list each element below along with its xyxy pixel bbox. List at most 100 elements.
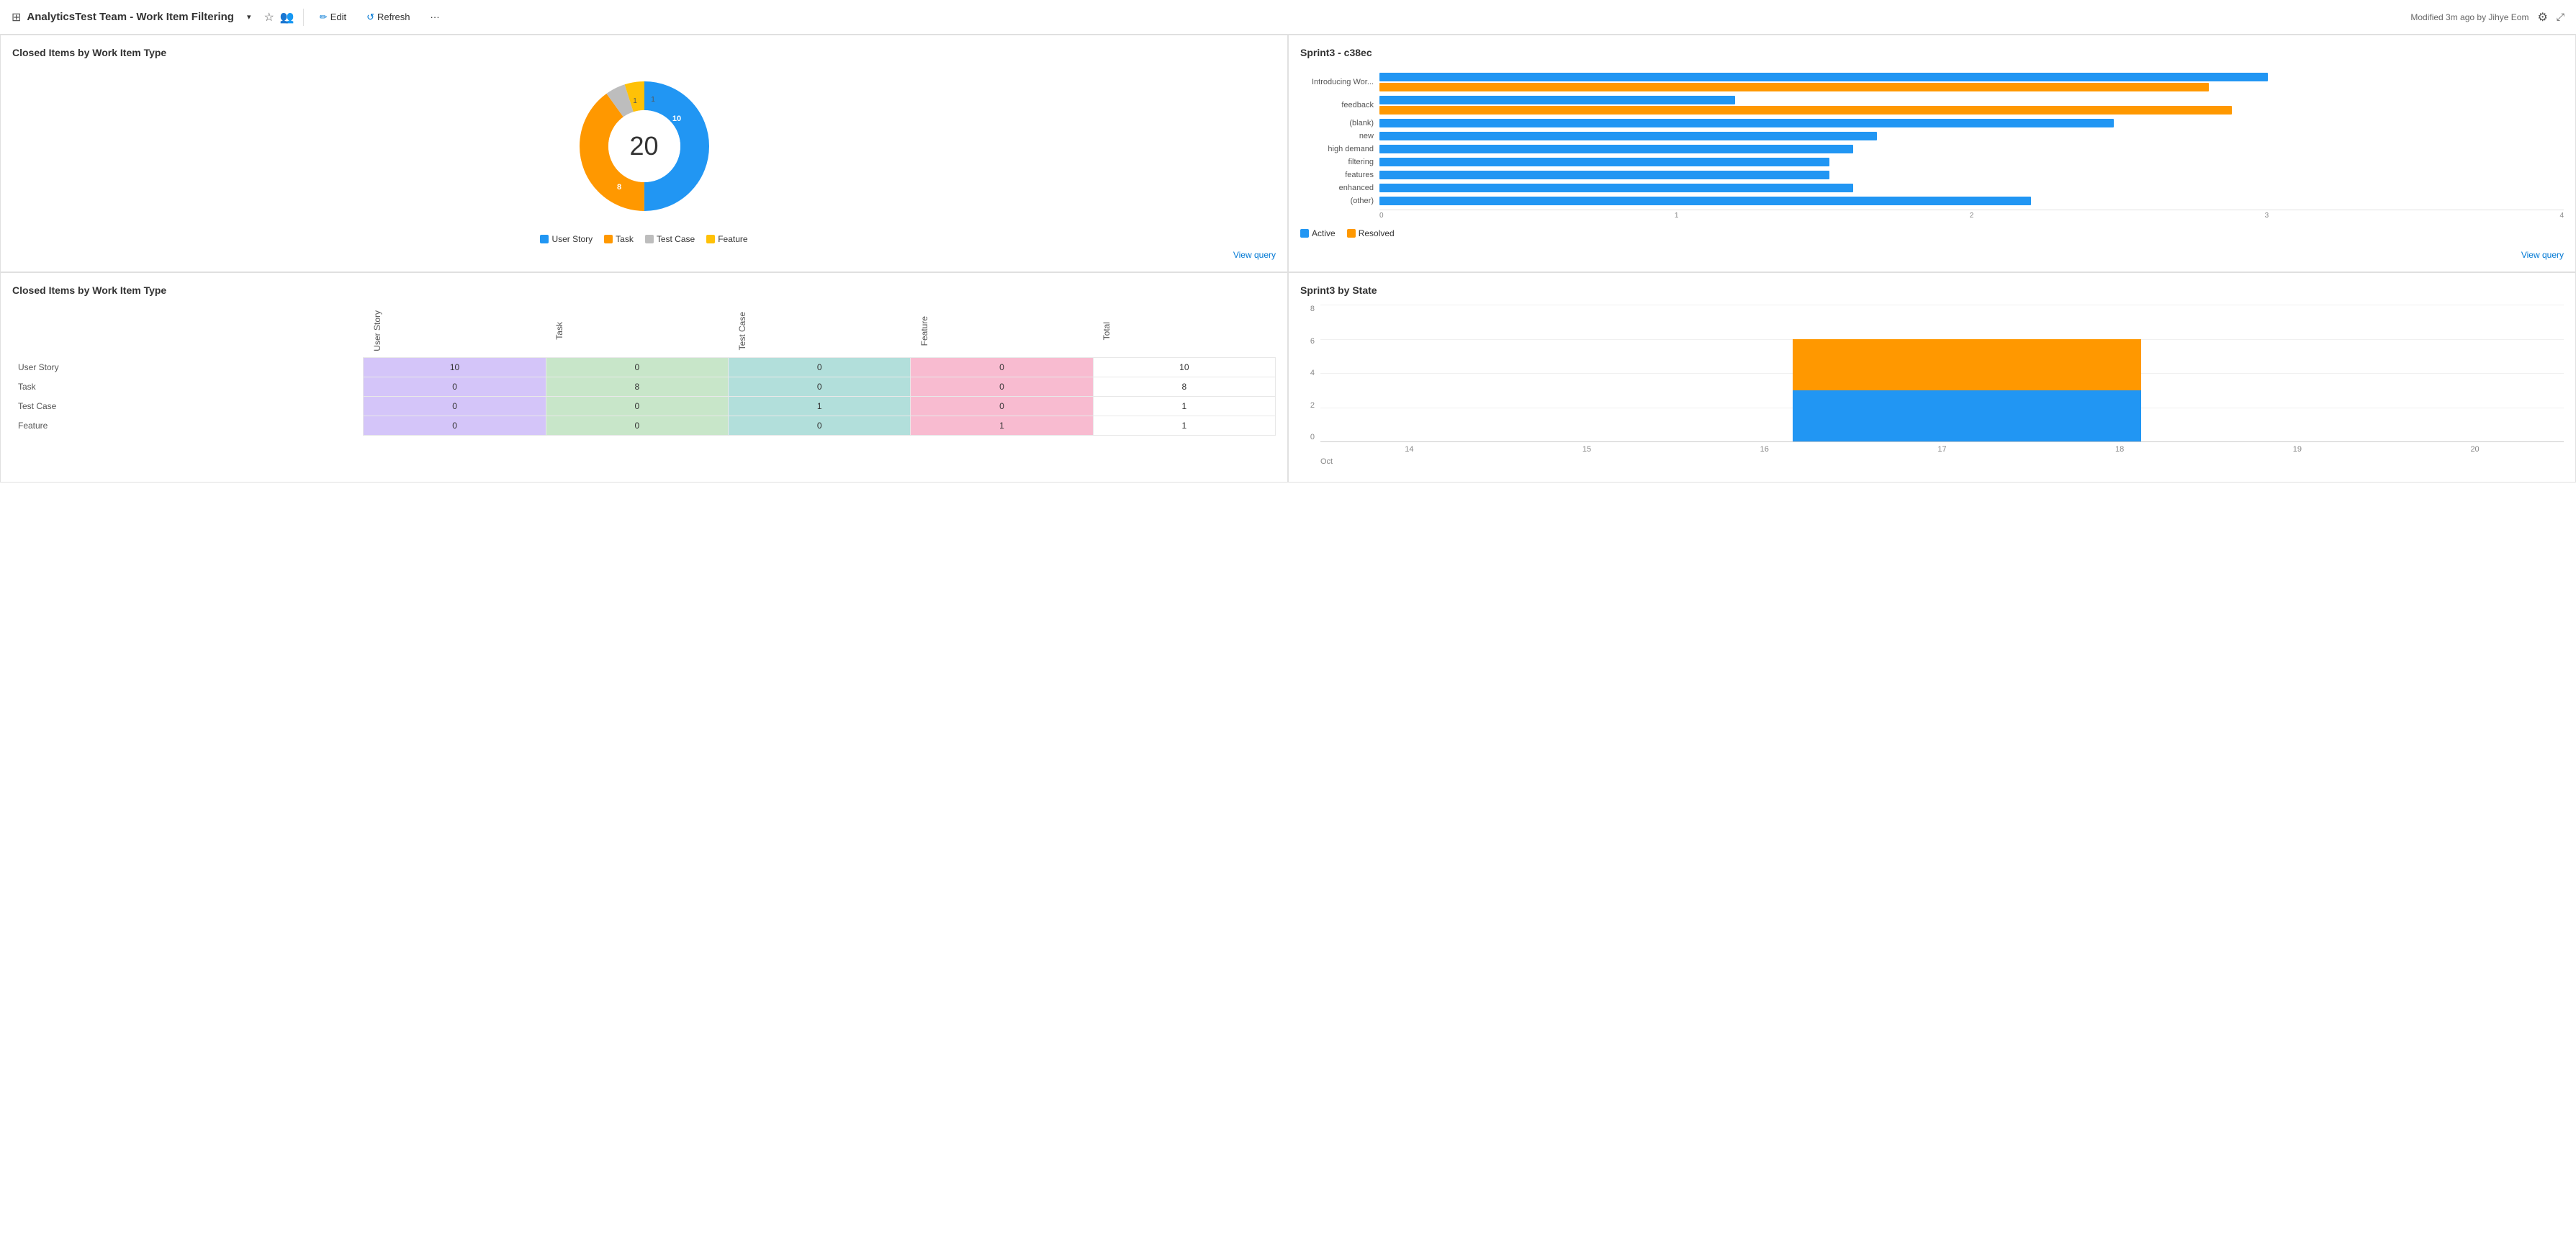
table-row-task: Task 0 8 0 0 8 (12, 377, 1276, 396)
grid-line-0 (1320, 441, 2564, 442)
bar-row-1: feedback (1300, 96, 2564, 115)
bar-row-5: filtering (1300, 158, 2564, 166)
dashboard-grid: Closed Items by Work Item Type (0, 35, 2576, 483)
cell-task-us: 0 (364, 377, 546, 396)
x-19: 19 (2293, 445, 2302, 454)
th-feature: Feature (911, 305, 1093, 357)
bar-chart-area: Introducing Wor... feedback (blank) (1300, 67, 2564, 244)
bar-active-5 (1379, 158, 1829, 166)
bar-chart-legend: Active Resolved (1300, 228, 2564, 238)
refresh-button[interactable]: ↺ Refresh (359, 9, 417, 26)
svg-text:1: 1 (651, 96, 655, 104)
stacked-bar (1793, 339, 2141, 442)
th-empty (12, 305, 364, 357)
bar-resolved-1 (1379, 106, 2232, 115)
widget-closed-items-donut: Closed Items by Work Item Type (0, 35, 1288, 272)
bar-group-2 (1379, 119, 2564, 127)
svg-text:1: 1 (633, 97, 637, 105)
bar-active-4 (1379, 145, 1853, 153)
x-16: 16 (1760, 445, 1769, 454)
edit-button[interactable]: ✏ Edit (312, 9, 353, 26)
cell-tc-feat: 0 (911, 396, 1093, 416)
x-17: 17 (1937, 445, 1946, 454)
y-axis: 8 6 4 2 0 (1300, 305, 1315, 441)
cell-task-feat: 0 (911, 377, 1093, 396)
bar-label-0: Introducing Wor... (1300, 78, 1379, 86)
svg-text:8: 8 (616, 183, 621, 192)
cell-feat-tc: 0 (729, 416, 911, 435)
cell-tc-total: 1 (1093, 396, 1275, 416)
cell-tc-us: 0 (364, 396, 546, 416)
x-15: 15 (1582, 445, 1591, 454)
bar-view-query[interactable]: View query (1300, 250, 2564, 260)
bar-group-0 (1379, 73, 2564, 91)
legend-user-story: User Story (540, 234, 593, 244)
bar-active-0 (1379, 73, 2268, 81)
bar-label-3: new (1300, 132, 1379, 140)
legend-dot-user-story (540, 235, 549, 243)
legend-label-test-case: Test Case (657, 234, 695, 244)
bar-label-2: (blank) (1300, 119, 1379, 127)
stacked-resolved (1793, 339, 2141, 390)
cell-us-total: 10 (1093, 357, 1275, 377)
bar-row-6: features (1300, 171, 2564, 179)
title-chevron-button[interactable]: ▾ (240, 9, 258, 24)
bar-active-8 (1379, 197, 2031, 205)
bar-label-7: enhanced (1300, 184, 1379, 192)
legend-label-task: Task (616, 234, 634, 244)
cell-task-task: 8 (546, 377, 728, 396)
cell-tc-task: 0 (546, 396, 728, 416)
bar-label-6: features (1300, 171, 1379, 179)
more-button[interactable]: ··· (423, 9, 447, 25)
th-task: Task (546, 305, 728, 357)
th-test-case: Test Case (729, 305, 911, 357)
bar-active-3 (1379, 132, 1877, 140)
edit-icon: ✏ (320, 12, 328, 23)
modified-text: Modified 3m ago by Jihye Eom (2410, 12, 2528, 22)
top-header: ⊞ AnalyticsTest Team - Work Item Filteri… (0, 0, 2576, 35)
donut-total: 20 (629, 131, 658, 161)
bar-group-4 (1379, 145, 2564, 153)
bar-active-7 (1379, 184, 1853, 192)
expand-icon[interactable]: ⤢ (2557, 11, 2564, 23)
legend-dot-resolved (1347, 229, 1356, 238)
cell-tc-tc: 1 (729, 396, 911, 416)
state-chart-plot (1320, 305, 2564, 441)
th-user-story: User Story (364, 305, 546, 357)
cell-task-tc: 0 (729, 377, 911, 396)
bar-group-1 (1379, 96, 2564, 115)
table-row-test-case: Test Case 0 0 1 0 1 (12, 396, 1276, 416)
donut-view-query[interactable]: View query (12, 250, 1276, 260)
legend-dot-test-case (645, 235, 654, 243)
cell-us-task: 0 (546, 357, 728, 377)
settings-icon[interactable]: ⚙ (2537, 10, 2547, 24)
widget-sprint3-bar: Sprint3 - c38ec Introducing Wor... feedb… (1288, 35, 2576, 272)
cell-us-tc: 0 (729, 357, 911, 377)
x-axis-labels: 14 15 16 17 18 19 20 (1320, 445, 2564, 454)
y-0: 0 (1300, 433, 1315, 441)
stacked-active (1793, 390, 2141, 441)
y-6: 6 (1300, 337, 1315, 346)
grid-icon: ⊞ (12, 10, 21, 24)
bar-row-2: (blank) (1300, 119, 2564, 127)
state-chart-container: 8 6 4 2 0 (1300, 305, 2564, 470)
legend-active: Active (1300, 228, 1336, 238)
bar-row-4: high demand (1300, 145, 2564, 153)
legend-label-user-story: User Story (551, 234, 593, 244)
bar-row-0: Introducing Wor... (1300, 73, 2564, 91)
header-divider (303, 9, 304, 26)
bar-row-8: (other) (1300, 197, 2564, 205)
bar-label-5: filtering (1300, 158, 1379, 166)
people-icon[interactable]: 👥 (280, 10, 294, 24)
star-icon[interactable]: ☆ (264, 10, 274, 24)
pivot-table-title: Closed Items by Work Item Type (12, 284, 1276, 296)
x-20: 20 (2470, 445, 2479, 454)
table-row-feature: Feature 0 0 0 1 1 (12, 416, 1276, 435)
bar-active-2 (1379, 119, 2114, 127)
bar-row-3: new (1300, 132, 2564, 140)
bar-label-4: high demand (1300, 145, 1379, 153)
table-row-user-story: User Story 10 0 0 0 10 (12, 357, 1276, 377)
widget-sprint3-state: Sprint3 by State 8 6 4 2 0 (1288, 272, 2576, 483)
x-month-label: Oct (1320, 457, 1333, 466)
bar-group-6 (1379, 171, 2564, 179)
